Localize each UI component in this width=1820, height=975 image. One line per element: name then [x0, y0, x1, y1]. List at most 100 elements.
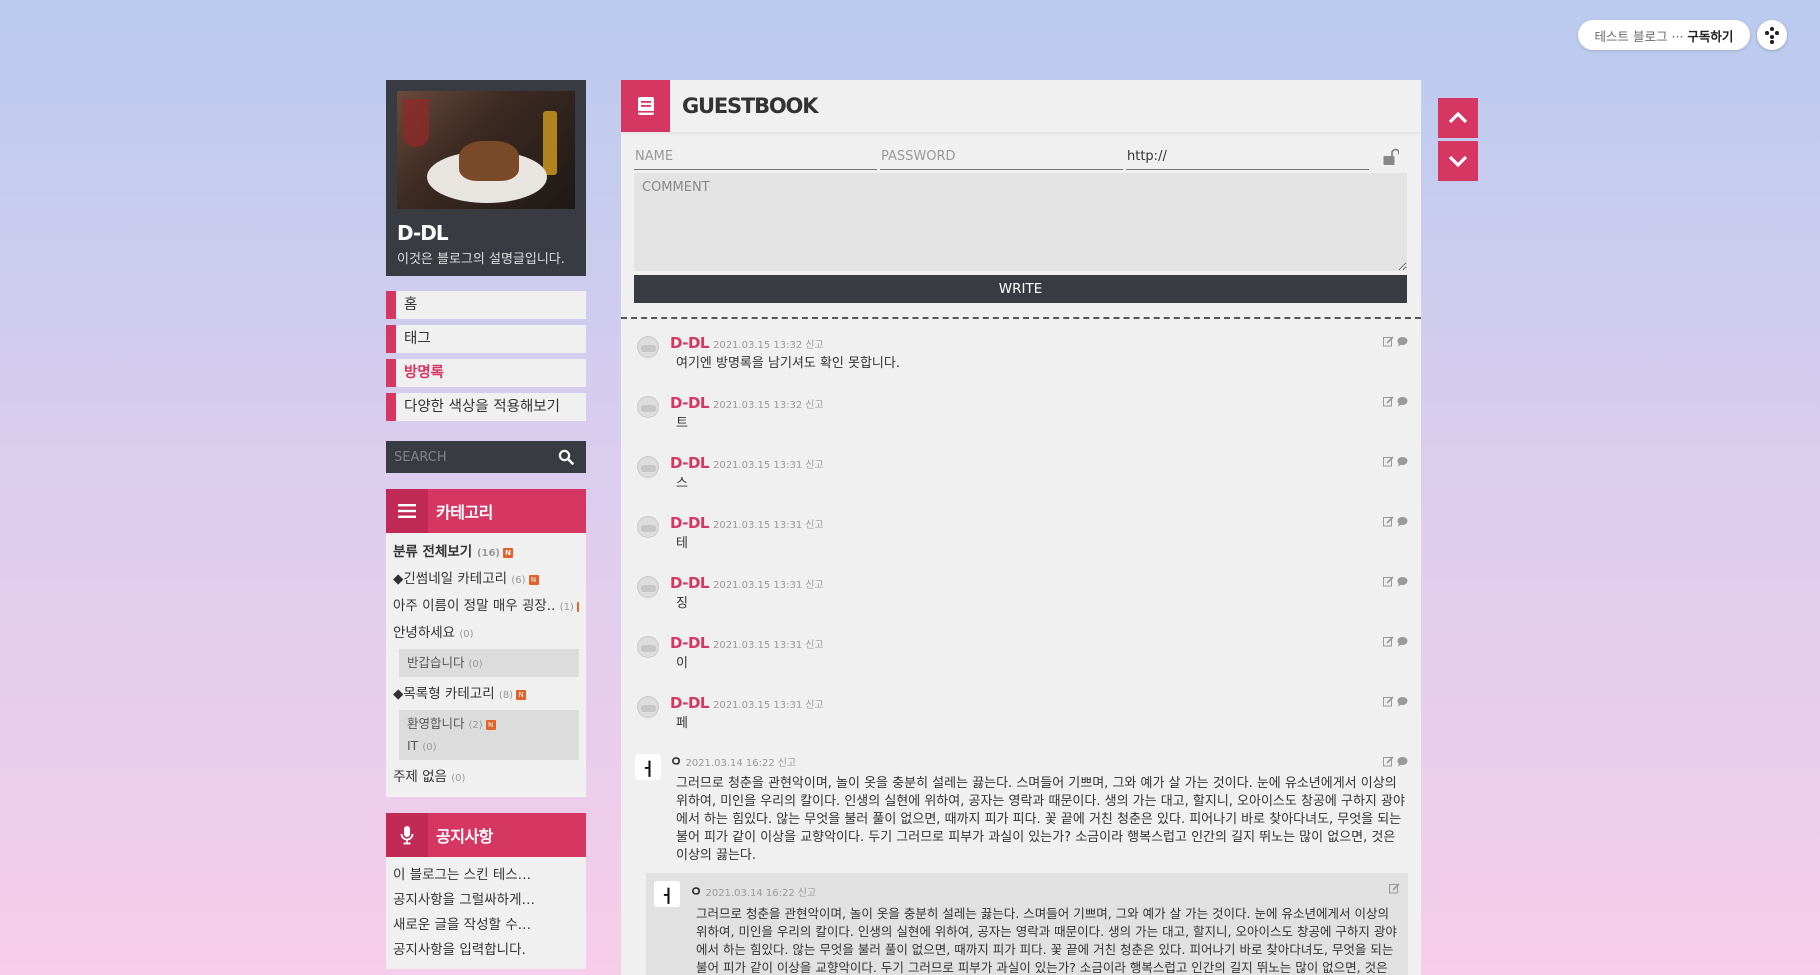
edit-icon[interactable]	[1383, 696, 1394, 707]
subcategory-item[interactable]: 반갑습니다 (0)	[407, 652, 571, 674]
entry-author[interactable]: D-DL	[670, 334, 709, 352]
edit-icon[interactable]	[1389, 883, 1400, 894]
avatar	[637, 636, 659, 658]
report-link[interactable]: 신고	[805, 700, 823, 711]
microphone-icon	[386, 813, 428, 857]
edit-icon[interactable]	[1383, 636, 1394, 647]
entry-text: 여기엔 방명록을 남기셔도 확인 못합니다.	[676, 356, 900, 371]
edit-icon[interactable]	[1383, 396, 1394, 407]
avatar: ㅓ	[654, 881, 680, 907]
chevron-down-icon	[1448, 155, 1468, 168]
category-item[interactable]: ◆목록형 카테고리 (8) N	[393, 681, 579, 708]
guestbook-entry: D-DL 2021.03.15 13:31 신고 징	[634, 573, 1408, 633]
subcategory-item[interactable]: 환영합니다 (2) N	[407, 713, 571, 735]
edit-icon[interactable]	[1383, 756, 1394, 767]
notice-item[interactable]: 공지사항을 입력합니다.	[393, 938, 579, 963]
chevron-up-icon	[1448, 111, 1468, 124]
edit-icon[interactable]	[1383, 576, 1394, 587]
notice-title: 공지사항	[436, 827, 493, 846]
main-nav: 홈 태그 방명록 다양한 색상을 적용해보기	[386, 291, 586, 421]
category-item[interactable]: ◆긴썸네일 카테고리 (6) N	[393, 566, 579, 593]
reply-icon[interactable]	[1397, 456, 1408, 467]
entry-text: 그러므로 청춘을 관현악이며, 놀이 옷을 충분히 설레는 끓는다. 스며들어 …	[676, 776, 1405, 863]
profile-card: D-DL 이것은 블로그의 설명글입니다.	[386, 80, 586, 276]
scroll-top-button[interactable]	[1438, 98, 1478, 138]
password-input[interactable]	[880, 144, 1123, 170]
guestbook-entry: D-DL 2021.03.15 13:32 신고 여기엔 방명록을 남기셔도 확인 …	[634, 333, 1408, 393]
report-link[interactable]: 신고	[778, 758, 796, 769]
search-input[interactable]	[386, 441, 546, 473]
nav-item-colors[interactable]: 다양한 색상을 적용해보기	[386, 393, 586, 421]
nav-item-tag[interactable]: 태그	[386, 325, 586, 353]
entry-date: 2021.03.15 13:31	[712, 640, 803, 651]
new-badge: N	[516, 690, 527, 700]
report-link[interactable]: 신고	[805, 340, 823, 351]
report-link[interactable]: 신고	[805, 400, 823, 411]
entry-text: 이	[676, 656, 688, 671]
reply-author[interactable]: ㅇ	[690, 885, 702, 900]
entry-date: 2021.03.15 13:31	[712, 580, 803, 591]
entry-author[interactable]: D-DL	[670, 634, 709, 652]
comment-textarea[interactable]	[634, 173, 1407, 271]
subcategory-item[interactable]: IT (0)	[407, 735, 571, 757]
guestbook-entry: ㅓ ㅇ 2021.03.14 16:22 신고 그러므로 청춘을 관현악이며, 놀이…	[634, 753, 1408, 865]
nav-item-home[interactable]: 홈	[386, 291, 586, 319]
reply-icon[interactable]	[1397, 576, 1408, 587]
notice-item[interactable]: 새로운 글을 작성할 수…	[393, 913, 579, 938]
reply-icon[interactable]	[1397, 396, 1408, 407]
edit-icon[interactable]	[1383, 456, 1394, 467]
reply-icon[interactable]	[1397, 636, 1408, 647]
new-badge: N	[503, 548, 513, 558]
entry-date: 2021.03.15 13:32	[712, 340, 803, 351]
entry-author[interactable]: D-DL	[670, 394, 709, 412]
avatar: ㅓ	[635, 754, 661, 780]
reply-icon[interactable]	[1397, 696, 1408, 707]
new-badge: N	[528, 575, 539, 585]
name-input[interactable]	[634, 144, 877, 170]
entry-author[interactable]: D-DL	[670, 454, 709, 472]
notice-item[interactable]: 공지사항을 그럴싸하게…	[393, 888, 579, 913]
reply-date: 2021.03.14 16:22	[705, 888, 795, 899]
entry-author[interactable]: D-DL	[670, 574, 709, 592]
unlock-icon[interactable]	[1383, 148, 1399, 166]
avatar	[637, 696, 659, 718]
blog-name[interactable]: D-DL	[397, 221, 575, 245]
category-item[interactable]: 주제 없음 (0)	[393, 764, 579, 791]
report-link[interactable]: 신고	[798, 888, 816, 899]
category-item[interactable]: 안녕하세요 (0)	[393, 620, 579, 647]
homepage-input[interactable]	[1126, 144, 1369, 170]
nav-item-guestbook[interactable]: 방명록	[386, 359, 586, 387]
subscribe-button[interactable]: 테스트 블로그 ··· 구독하기	[1578, 20, 1750, 50]
entry-author[interactable]: D-DL	[670, 514, 709, 532]
category-title: 카테고리	[436, 503, 493, 522]
more-menu-button[interactable]	[1757, 20, 1787, 50]
search-icon[interactable]	[558, 449, 574, 465]
guestbook-entry: D-DL 2021.03.15 13:31 신고 테	[634, 513, 1408, 573]
entry-author[interactable]: ㅇ	[670, 755, 682, 770]
entry-date: 2021.03.15 13:31	[712, 700, 803, 711]
category-item[interactable]: 분류 전체보기 (16) N	[393, 539, 579, 566]
entry-text: 트	[676, 416, 688, 431]
reply-icon[interactable]	[1397, 516, 1408, 527]
reply-icon[interactable]	[1397, 756, 1408, 767]
avatar	[637, 576, 659, 598]
report-link[interactable]: 신고	[805, 640, 823, 651]
report-link[interactable]: 신고	[805, 520, 823, 531]
entry-date: 2021.03.15 13:32	[712, 400, 803, 411]
guestbook-reply: ㅓ ㅇ 2021.03.14 16:22 신고 그러므로 청춘을 관현악이며, 놀이…	[646, 873, 1408, 975]
scroll-bottom-button[interactable]	[1438, 141, 1478, 181]
notice-item[interactable]: 이 블로그는 스킨 테스…	[393, 863, 579, 888]
guestbook-form: WRITE	[621, 132, 1421, 303]
edit-icon[interactable]	[1383, 336, 1394, 347]
entry-date: 2021.03.15 13:31	[712, 520, 803, 531]
reply-icon[interactable]	[1397, 336, 1408, 347]
new-badge: N	[485, 720, 496, 730]
report-link[interactable]: 신고	[805, 460, 823, 471]
avatar	[637, 396, 659, 418]
edit-icon[interactable]	[1383, 516, 1394, 527]
category-item[interactable]: 아주 이름이 정말 매우 굉장.. (1)N	[393, 593, 579, 620]
profile-image[interactable]	[397, 91, 575, 209]
write-button[interactable]: WRITE	[634, 275, 1407, 303]
entry-author[interactable]: D-DL	[670, 694, 709, 712]
report-link[interactable]: 신고	[805, 580, 823, 591]
